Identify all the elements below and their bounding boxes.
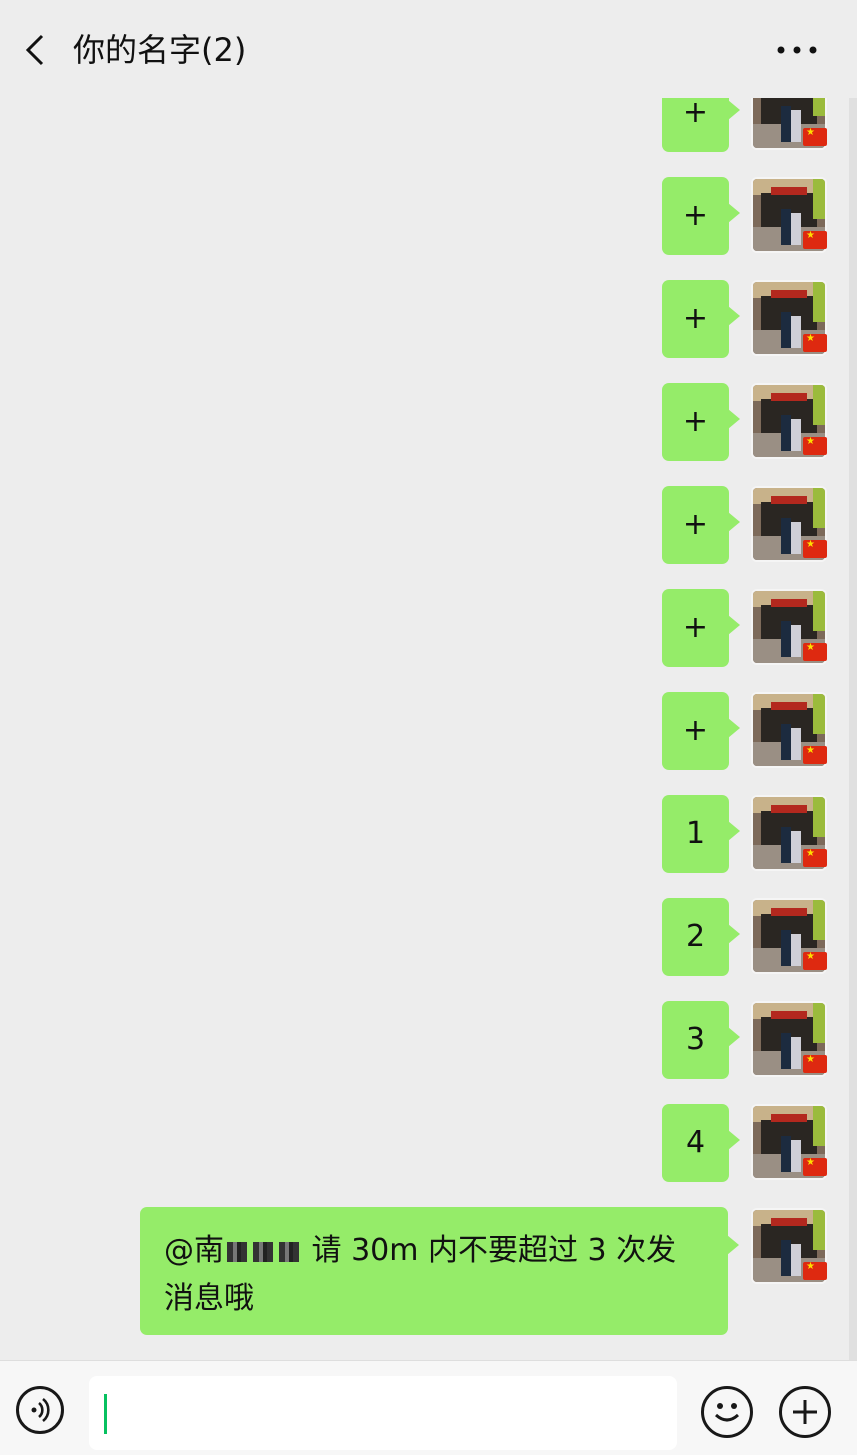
message-bubble[interactable]: + xyxy=(662,177,740,255)
avatar[interactable] xyxy=(751,795,827,871)
avatar[interactable] xyxy=(751,383,827,459)
chevron-left-icon xyxy=(25,34,44,66)
message-text: 3 xyxy=(685,1022,706,1057)
avatar[interactable] xyxy=(751,486,827,562)
flag-badge-icon xyxy=(803,642,827,661)
message-bubble[interactable]: 2 xyxy=(662,898,740,976)
avatar[interactable] xyxy=(751,1001,827,1077)
flag-badge-icon xyxy=(803,745,827,764)
message-bubble[interactable]: 3 xyxy=(662,1001,740,1079)
avatar[interactable] xyxy=(751,898,827,974)
text-caret xyxy=(104,1394,107,1434)
message-text: + xyxy=(682,198,709,233)
message-text: + xyxy=(682,507,709,542)
flag-badge-icon xyxy=(803,1261,827,1280)
message-text: + xyxy=(682,404,709,439)
message-bubble[interactable]: + xyxy=(662,486,740,564)
flag-badge-icon xyxy=(803,951,827,970)
mention[interactable]: @南 xyxy=(164,1233,224,1268)
blurred-name-1 xyxy=(227,1242,247,1262)
input-bar xyxy=(0,1360,857,1455)
message-text: 1 xyxy=(685,816,706,851)
message-line-2: 消息哦 xyxy=(164,1281,254,1316)
message-text: 4 xyxy=(685,1125,706,1160)
message-text: 2 xyxy=(685,919,706,954)
voice-icon xyxy=(31,1397,50,1423)
flag-badge-icon xyxy=(803,436,827,455)
avatar[interactable] xyxy=(751,1104,827,1180)
flag-badge-icon xyxy=(803,848,827,867)
scroll-edge xyxy=(849,98,857,1360)
voice-button[interactable] xyxy=(16,1386,64,1434)
emoji-icon xyxy=(714,1403,740,1422)
message-bubble[interactable]: 1 xyxy=(662,795,740,873)
more-button[interactable] xyxy=(775,28,819,72)
flag-badge-icon xyxy=(803,1157,827,1176)
message-bubble[interactable]: 4 xyxy=(662,1104,740,1182)
plus-circle-icon xyxy=(793,1400,817,1424)
avatar[interactable] xyxy=(751,177,827,253)
message-text: + xyxy=(682,713,709,748)
message-text: + xyxy=(682,301,709,336)
message-text: @南 请 30m 内不要超过 3 次发 消息哦 xyxy=(164,1227,714,1323)
avatar[interactable] xyxy=(751,589,827,665)
flag-badge-icon xyxy=(803,127,827,146)
message-bubble[interactable]: + xyxy=(662,280,740,358)
message-bubble[interactable]: + xyxy=(662,383,740,461)
message-line-1: 请 30m 内不要超过 3 次发 xyxy=(311,1233,677,1268)
message-input[interactable] xyxy=(89,1376,677,1450)
back-button[interactable] xyxy=(20,30,50,70)
avatar[interactable] xyxy=(751,692,827,768)
message-bubble[interactable]: + xyxy=(662,589,740,667)
blurred-name-3 xyxy=(279,1242,299,1262)
avatar[interactable] xyxy=(751,280,827,356)
avatar[interactable] xyxy=(751,1208,827,1284)
emoji-button[interactable] xyxy=(701,1386,753,1438)
chat-title: 你的名字(2) xyxy=(73,31,247,69)
message-text: + xyxy=(682,610,709,645)
flag-badge-icon xyxy=(803,1054,827,1073)
blurred-name-2 xyxy=(253,1242,273,1262)
more-functions-button[interactable] xyxy=(779,1386,831,1438)
flag-badge-icon xyxy=(803,333,827,352)
message-bubble-long[interactable]: @南 请 30m 内不要超过 3 次发 消息哦 xyxy=(140,1207,739,1335)
chat-header: 你的名字(2) xyxy=(0,0,857,98)
flag-badge-icon xyxy=(803,230,827,249)
more-icon xyxy=(777,46,817,54)
message-bubble[interactable]: + xyxy=(662,692,740,770)
flag-badge-icon xyxy=(803,539,827,558)
